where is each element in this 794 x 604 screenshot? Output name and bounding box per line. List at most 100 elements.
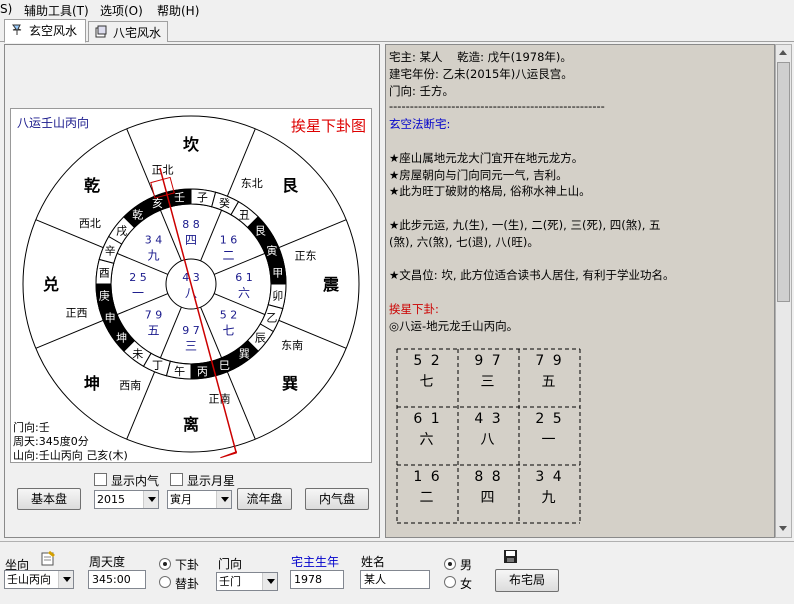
mountain-label: 乙 <box>266 311 277 324</box>
xiagua-grid: 5 2 七 9 7 三 7 9 五 6 1 六 4 3 八 2 5 一 1 6 二 8 8 四 3 4 九 <box>395 347 585 527</box>
grid-cell: 6 1 六 <box>397 411 458 469</box>
mountain-label: 甲 <box>272 267 283 280</box>
scroll-thumb[interactable] <box>777 62 790 302</box>
name-input[interactable]: 某人 <box>360 570 430 589</box>
analysis-scrollbar[interactable] <box>775 44 792 538</box>
grid-cell-gua: 二 <box>419 490 436 506</box>
female-radio[interactable] <box>444 576 456 588</box>
layout-button[interactable]: 布宅局 <box>495 569 559 592</box>
mountain-label: 丑 <box>239 209 250 222</box>
flow-year-button[interactable]: 流年盘 <box>237 488 292 510</box>
xiagua-radio[interactable] <box>159 558 171 570</box>
trigram-label: 兑 <box>43 275 59 294</box>
male-radio[interactable] <box>444 558 456 570</box>
save-icon[interactable] <box>503 549 518 564</box>
house-icon <box>95 25 107 38</box>
zuoxiang-select[interactable]: 壬山丙向 <box>4 570 74 589</box>
chevron-down-icon <box>58 571 73 588</box>
menu-item-help[interactable]: 帮助(H) <box>157 2 199 19</box>
grid-cell: 4 3 八 <box>458 411 519 469</box>
analysis-line: ★此为旺丁破财的格局, 俗称水神上山。 <box>389 184 591 199</box>
menxiang-value: 壬门 <box>219 575 241 588</box>
owner-year-label: 宅主生年 <box>291 555 340 569</box>
mountain-label: 丁 <box>152 359 163 372</box>
tigua-radio[interactable] <box>159 576 171 588</box>
palace-gua: 三 <box>185 339 197 353</box>
mountain-label: 癸 <box>219 196 230 210</box>
chart-title: 挨星下卦图 <box>291 117 366 135</box>
chart-svg: 丙午丁未坤申庚酉辛戌乾亥壬子癸丑艮寅甲卯乙辰巽巳离坤兑乾坎艮震巽正南西南正西西北… <box>13 115 366 462</box>
menu-item-tools[interactable]: 辅助工具(T) <box>24 2 89 19</box>
palace-stars: 7 9 <box>145 308 163 321</box>
mountain-label: 乾 <box>132 209 143 222</box>
tab-bazhai[interactable]: 八宅风水 <box>88 21 168 42</box>
tab-xuankong[interactable]: 玄空风水 <box>4 19 86 43</box>
grid-cell-gua: 一 <box>541 432 558 448</box>
tab-label: 玄空风水 <box>29 24 78 38</box>
menxiang-select[interactable]: 壬门 <box>216 572 278 591</box>
scroll-down-icon[interactable] <box>776 521 791 537</box>
palace-stars: 3 4 <box>145 234 163 247</box>
pin-icon <box>12 24 22 35</box>
grid-cell-gua: 五 <box>541 374 558 390</box>
grid-cell: 1 6 二 <box>397 469 458 527</box>
mountain-label: 壬 <box>174 191 185 204</box>
show-inner-checkbox[interactable] <box>94 473 107 486</box>
mountain-label: 戌 <box>116 225 127 238</box>
owner-year-input[interactable]: 1978 <box>290 570 344 589</box>
arrow-head-icon <box>220 451 237 459</box>
zhoutian-label: 周天度 <box>89 555 126 569</box>
grid-cell-nums: 1 6 <box>413 469 442 485</box>
menu-item-options[interactable]: 选项(O) <box>100 2 143 19</box>
trigram-label: 坤 <box>84 374 100 393</box>
feixing-chart: 丙午丁未坤申庚酉辛戌乾亥壬子癸丑艮寅甲卯乙辰巽巳离坤兑乾坎艮震巽正南 西南 正西 西北… <box>10 108 372 463</box>
palace-stars: 5 2 <box>220 308 238 321</box>
analysis-line: ★此步元运, 九(生), 一(生), 二(死), 三(死), 四(煞), 五 <box>389 218 661 232</box>
mountain-label: 巳 <box>219 359 230 372</box>
male-label: 男 <box>460 558 473 572</box>
direction-label: 正北 <box>151 164 173 177</box>
analysis-line: 宅主: 某人 乾造: 戊午(1978年)。 <box>389 50 572 64</box>
direction-label: 西北 <box>79 217 101 230</box>
grid-cell-gua: 七 <box>419 374 436 390</box>
mountain-label: 艮 <box>255 225 266 238</box>
chevron-down-icon <box>216 491 231 508</box>
mountain-label: 申 <box>105 311 116 324</box>
zuoxiang-value: 壬山丙向 <box>7 573 51 586</box>
chart-top-left: 八运壬山丙向 <box>17 115 89 130</box>
grid-cell: 7 9 五 <box>519 353 580 411</box>
grid-cell-gua: 三 <box>480 374 497 390</box>
zhoutian-input[interactable]: 345:00 <box>88 570 146 589</box>
show-month-checkbox[interactable] <box>170 473 183 486</box>
mountain-label: 巽 <box>239 347 250 360</box>
direction-label: 正东 <box>294 249 316 262</box>
year-select[interactable]: 2015 <box>94 490 159 509</box>
palace-stars: 9 7 <box>182 324 200 337</box>
menxiang-label: 门向 <box>218 557 243 571</box>
edit-note-icon[interactable] <box>40 550 56 566</box>
grid-cell-nums: 3 4 <box>535 469 564 485</box>
trigram-label: 离 <box>183 415 199 434</box>
mountain-label: 子 <box>197 191 208 204</box>
grid-cell-nums: 5 2 <box>413 353 442 369</box>
mountain-label: 亥 <box>152 196 163 210</box>
palace-gua: 七 <box>222 323 234 337</box>
grid-cell-nums: 6 1 <box>413 411 442 427</box>
scroll-up-icon[interactable] <box>776 45 791 61</box>
grid-cell-nums: 4 3 <box>474 411 503 427</box>
trigram-label: 震 <box>322 275 340 294</box>
inner-chart-button[interactable]: 内气盘 <box>305 488 369 510</box>
direction-label: 正西 <box>66 307 88 320</box>
trigram-label: 乾 <box>84 176 100 195</box>
direction-label: 东北 <box>241 177 263 190</box>
direction-label: 东南 <box>281 339 303 352</box>
female-label: 女 <box>460 577 473 591</box>
xiagua-label: 下卦 <box>175 558 200 572</box>
show-inner-label: 显示内气 <box>111 474 160 488</box>
year-value: 2015 <box>97 493 125 506</box>
basic-chart-button[interactable]: 基本盘 <box>17 488 81 510</box>
menu-item-s[interactable]: S) <box>0 2 12 16</box>
analysis-line: 挨星下卦: <box>389 302 439 316</box>
grid-cell-gua: 九 <box>541 490 558 506</box>
month-select[interactable]: 寅月 <box>167 490 232 509</box>
